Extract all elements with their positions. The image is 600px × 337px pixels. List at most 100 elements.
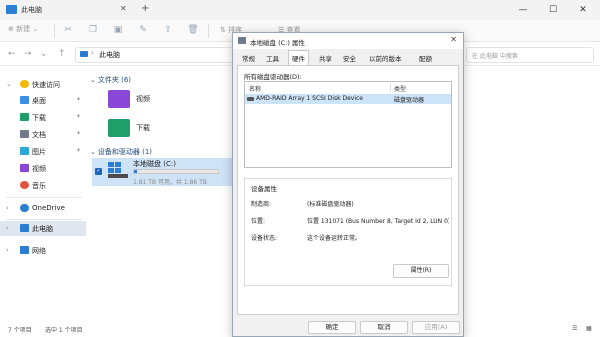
tiles-view-icon[interactable]: ▦ bbox=[586, 325, 592, 332]
chevron-down-icon[interactable]: ⌄ bbox=[6, 80, 12, 88]
star-icon bbox=[20, 80, 29, 88]
share-icon[interactable]: ⇪ bbox=[162, 24, 174, 36]
sidebar-item-network[interactable]: › 网络 bbox=[0, 243, 86, 258]
up-arrow-icon[interactable]: ↑ bbox=[58, 49, 66, 59]
tab-quota[interactable]: 配额 bbox=[416, 51, 435, 65]
list-header: 名称 类型 bbox=[245, 82, 451, 93]
chevron-right-icon[interactable]: › bbox=[6, 204, 9, 212]
folder-label: 下载 bbox=[136, 124, 150, 132]
drive-tile-c[interactable]: ✓ 本地磁盘 (C:) 1.81 TB 可用，共 1.86 TB bbox=[92, 158, 233, 186]
tab-hardware[interactable]: 硬件 bbox=[288, 50, 309, 65]
tab-tools[interactable]: 工具 bbox=[263, 51, 282, 65]
tab-general[interactable]: 常规 bbox=[239, 51, 258, 65]
drive-name: 本地磁盘 (C:) bbox=[133, 160, 176, 168]
sidebar-item-videos[interactable]: 视频 bbox=[0, 161, 86, 176]
drive-usage-fill bbox=[134, 170, 137, 173]
sort-icon: ⇅ bbox=[220, 26, 229, 34]
group-header-label: 文件夹 (6) bbox=[97, 76, 132, 84]
new-button[interactable]: ⊕ 新建 ⌄ bbox=[8, 24, 38, 34]
sidebar-item-documents[interactable]: 文档 ✦ bbox=[0, 127, 86, 142]
chevron-right-icon[interactable]: › bbox=[6, 224, 9, 232]
folder-downloads[interactable]: 下载 bbox=[106, 117, 226, 141]
back-arrow-icon[interactable]: ← bbox=[8, 49, 16, 59]
tab-title[interactable]: 此电脑 bbox=[21, 5, 42, 15]
computer-icon bbox=[80, 51, 88, 57]
properties-button[interactable]: 属性(R) bbox=[393, 264, 449, 278]
disk-icon bbox=[247, 97, 254, 101]
video-folder-icon bbox=[108, 90, 130, 108]
tab-security[interactable]: 安全 bbox=[340, 51, 359, 65]
disk-drive-list[interactable]: 名称 类型 AMD-RAID Array 1 SCSI Disk Device … bbox=[244, 81, 452, 168]
close-window-button[interactable]: ✕ bbox=[568, 2, 598, 18]
group-header-drives[interactable]: ⌄ 设备和驱动器 (1) bbox=[90, 147, 152, 157]
device-status-label: 设备状态: bbox=[251, 235, 278, 242]
plus-circle-icon: ⊕ bbox=[8, 25, 17, 33]
chevron-down-icon[interactable]: ⌄ bbox=[90, 76, 96, 84]
column-header-name[interactable]: 名称 bbox=[249, 84, 261, 93]
sidebar-item-pictures[interactable]: 图片 ✦ bbox=[0, 144, 86, 159]
divider bbox=[208, 24, 209, 38]
sidebar-item-label: 音乐 bbox=[32, 182, 46, 190]
paste-icon[interactable]: ▣ bbox=[112, 24, 124, 36]
document-icon bbox=[20, 130, 29, 138]
drive-properties-dialog: 本地磁盘 (C:) 属性 ✕ 常规 工具 硬件 共享 安全 以前的版本 配额 所… bbox=[232, 32, 464, 337]
sidebar-item-this-pc[interactable]: › 此电脑 bbox=[0, 221, 86, 236]
details-view-icon[interactable]: ☰ bbox=[572, 325, 577, 332]
close-icon[interactable]: ✕ bbox=[450, 35, 457, 44]
add-tab-icon[interactable]: + bbox=[141, 3, 149, 14]
navigation-pane: ⌄ 快速访问 桌面 ✦ 下载 ✦ 文档 ✦ 图片 ✦ 视频 音乐 › OneDr… bbox=[0, 67, 86, 322]
recent-chevron-icon[interactable]: ⌄ bbox=[40, 49, 48, 59]
group-label: 设备属性 bbox=[251, 185, 277, 193]
desktop-icon bbox=[20, 96, 29, 104]
sidebar-item-label: 图片 bbox=[32, 148, 46, 156]
minimize-button[interactable]: — bbox=[508, 2, 538, 18]
music-icon bbox=[20, 181, 29, 189]
video-icon bbox=[20, 164, 29, 172]
list-item-type: 磁盘驱动器 bbox=[394, 97, 425, 104]
apply-button[interactable]: 应用(A) bbox=[412, 321, 460, 334]
maximize-button[interactable]: ☐ bbox=[538, 2, 568, 18]
forward-arrow-icon[interactable]: → bbox=[24, 49, 32, 59]
list-item[interactable]: AMD-RAID Array 1 SCSI Disk Device 磁盘驱动器 bbox=[245, 94, 451, 104]
folder-videos[interactable]: 视频 bbox=[106, 88, 226, 112]
all-drives-label: 所有磁盘驱动器(D): bbox=[244, 73, 302, 81]
sidebar-item-downloads[interactable]: 下载 ✦ bbox=[0, 110, 86, 125]
selection-count: 选中 1 个项目 bbox=[45, 327, 83, 334]
sidebar-item-label: 桌面 bbox=[32, 97, 46, 105]
chevron-down-icon[interactable]: ⌄ bbox=[90, 148, 96, 156]
sidebar-item-label: OneDrive bbox=[32, 204, 65, 212]
cancel-button[interactable]: 取消 bbox=[360, 321, 408, 334]
location-label: 位置: bbox=[251, 218, 266, 225]
divider bbox=[6, 219, 82, 220]
search-input[interactable]: 在 此电脑 中搜索 bbox=[466, 47, 594, 63]
ok-button[interactable]: 确定 bbox=[308, 321, 356, 334]
tab-sharing[interactable]: 共享 bbox=[316, 51, 335, 65]
network-icon bbox=[20, 246, 29, 254]
sidebar-item-label: 视频 bbox=[32, 165, 46, 173]
divider bbox=[54, 24, 55, 38]
sidebar-item-quick-access[interactable]: ⌄ 快速访问 bbox=[0, 77, 86, 92]
column-header-type[interactable]: 类型 bbox=[394, 84, 406, 93]
copy-icon[interactable]: ❐ bbox=[87, 24, 99, 36]
breadcrumb-item[interactable]: 此电脑 bbox=[99, 50, 120, 60]
sidebar-item-onedrive[interactable]: › OneDrive bbox=[0, 201, 86, 216]
group-header-folders[interactable]: ⌄ 文件夹 (6) bbox=[90, 75, 131, 85]
delete-icon[interactable]: 🗑 bbox=[187, 24, 199, 36]
divider bbox=[390, 83, 391, 92]
picture-icon bbox=[20, 147, 29, 155]
pin-icon: ✦ bbox=[76, 96, 82, 103]
content-pane: ⌄ 文件夹 (6) 视频 下载 ⌄ 设备和驱动器 (1) ✓ 本地磁盘 (C:)… bbox=[86, 67, 236, 322]
device-status-value: 这个设备运转正常。 bbox=[307, 235, 362, 242]
tab-previous-versions[interactable]: 以前的版本 bbox=[366, 51, 405, 65]
divider bbox=[6, 197, 82, 198]
close-tab-icon[interactable]: ✕ bbox=[120, 4, 127, 13]
location-value: 位置 131071 (Bus Number 8, Target Id 2, LU… bbox=[307, 218, 449, 225]
chevron-right-icon[interactable]: › bbox=[6, 246, 9, 254]
rename-icon[interactable]: ✎ bbox=[137, 24, 149, 36]
chevron-right-icon[interactable]: › bbox=[91, 49, 94, 57]
cut-icon[interactable]: ✂ bbox=[62, 24, 74, 36]
checkbox-checked-icon[interactable]: ✓ bbox=[95, 168, 102, 175]
sidebar-item-music[interactable]: 音乐 bbox=[0, 178, 86, 193]
device-properties-group: 设备属性 制造商: (标准磁盘驱动器) 位置: 位置 131071 (Bus N… bbox=[244, 178, 452, 286]
sidebar-item-desktop[interactable]: 桌面 ✦ bbox=[0, 93, 86, 108]
